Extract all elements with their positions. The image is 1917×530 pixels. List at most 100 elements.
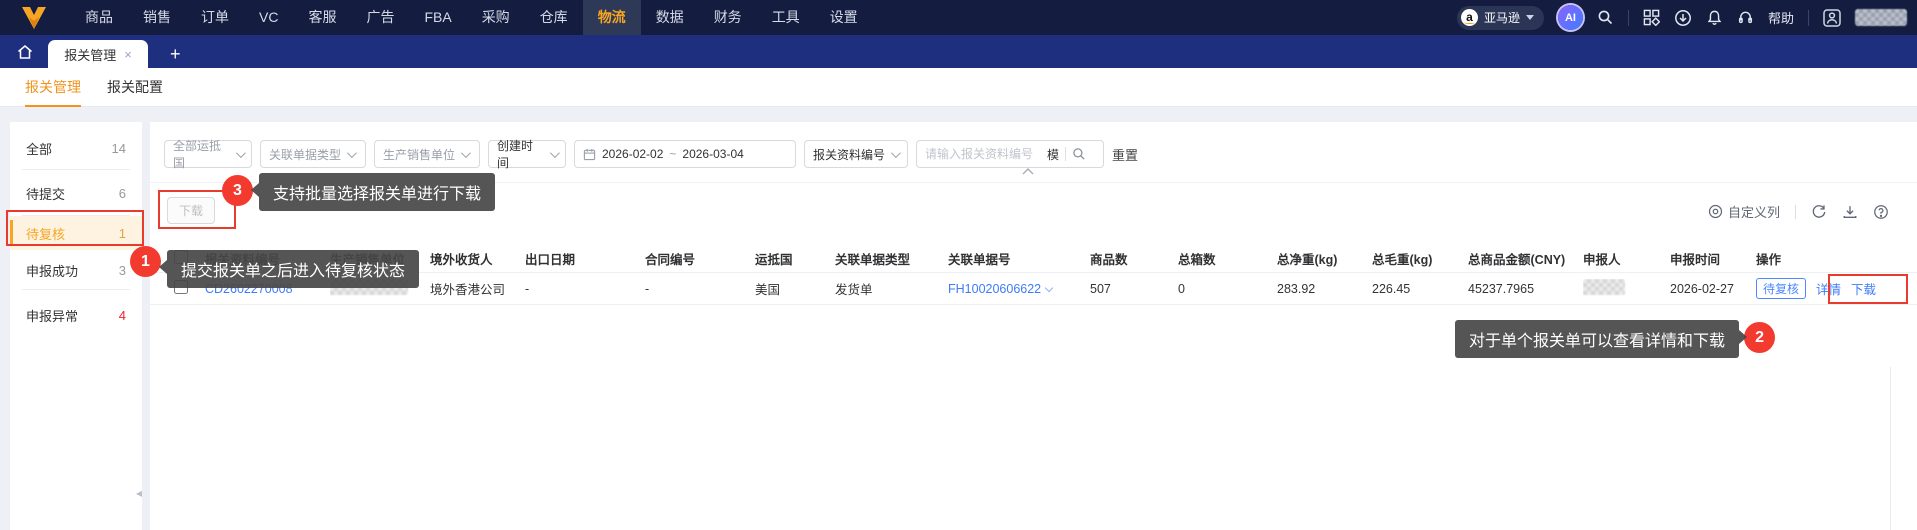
batch-download-button[interactable]: 下载: [167, 197, 215, 224]
download-link[interactable]: 下载: [1851, 279, 1876, 298]
window-tab-customs[interactable]: 报关管理 ×: [48, 40, 148, 68]
col-product-count: 商品数: [1090, 253, 1128, 267]
menu-item-vc[interactable]: VC: [244, 0, 293, 35]
headset-support-icon[interactable]: [1737, 9, 1754, 26]
code-field-select[interactable]: 报关资料编号: [804, 140, 908, 168]
table-toolbar: 自定义列: [1708, 202, 1889, 221]
col-box-count: 总箱数: [1178, 253, 1216, 267]
sidebar-item-all[interactable]: 全部 14: [10, 126, 142, 170]
search-icon[interactable]: [1072, 147, 1086, 161]
detail-link[interactable]: 详情: [1816, 279, 1841, 298]
col-consignee: 境外收货人: [430, 253, 493, 267]
ai-assistant-button[interactable]: AI: [1557, 5, 1583, 30]
consignee-value: 境外香港公司: [430, 283, 506, 297]
sidebar-item-declare-error[interactable]: 申报异常 4: [10, 290, 142, 340]
count-badge: 4: [118, 307, 126, 323]
menu-item-sales[interactable]: 销售: [128, 0, 186, 35]
sidebar-collapse-icon[interactable]: ◂: [136, 486, 142, 500]
chevron-down-icon[interactable]: [1044, 283, 1054, 292]
dest-country-select[interactable]: 全部运抵国: [164, 139, 252, 170]
fuzzy-toggle[interactable]: 模: [1047, 146, 1059, 163]
chevron-down-icon: [346, 147, 357, 158]
fixed-column-divider: [1890, 367, 1891, 530]
col-export-date: 出口日期: [525, 253, 576, 267]
main-menu: 商品 销售 订单 VC 客服 广告 FBA 采购 仓库 物流 数据 财务 工具 …: [70, 0, 873, 35]
marketplace-selector[interactable]: a 亚马逊: [1456, 5, 1544, 30]
doc-type-select[interactable]: 关联单据类型: [260, 140, 366, 168]
col-declarer: 申报人: [1583, 253, 1621, 267]
menu-item-tools[interactable]: 工具: [757, 0, 815, 35]
menu-item-purchase[interactable]: 采购: [467, 0, 525, 35]
user-avatar-icon[interactable]: [1823, 8, 1841, 27]
col-declare-time: 申报时间: [1670, 253, 1721, 267]
menu-item-finance[interactable]: 财务: [699, 0, 757, 35]
sidebar-item-declare-success[interactable]: 申报成功 3: [10, 250, 142, 290]
producer-select[interactable]: 生产销售单位: [374, 140, 480, 168]
count-badge: 3: [118, 262, 126, 278]
help-link[interactable]: 帮助: [1768, 8, 1794, 27]
apps-grid-icon[interactable]: [1643, 9, 1660, 26]
menu-item-warehouse[interactable]: 仓库: [525, 0, 583, 35]
code-search-input[interactable]: [925, 147, 1041, 161]
calendar-icon: [583, 148, 596, 161]
reset-filters-button[interactable]: 重置: [1112, 145, 1138, 164]
doc-no-link[interactable]: FH10020606622: [948, 282, 1041, 296]
date-end: 2026-03-04: [682, 147, 744, 161]
download-center-icon[interactable]: [1674, 9, 1692, 27]
callout-2-number: 2: [1744, 322, 1776, 353]
brand-logo-icon[interactable]: [20, 5, 48, 31]
net-weight-value: 283.92: [1277, 281, 1316, 296]
tab-customs-config[interactable]: 报关配置: [107, 68, 163, 107]
menu-item-products[interactable]: 商品: [70, 0, 128, 35]
export-download-icon[interactable]: [1842, 204, 1858, 220]
menu-item-customer-service[interactable]: 客服: [293, 0, 351, 35]
dest-country-value: 美国: [755, 283, 781, 297]
contract-no-value: -: [645, 281, 650, 296]
top-navbar: 商品 销售 订单 VC 客服 广告 FBA 采购 仓库 物流 数据 财务 工具 …: [0, 0, 1917, 35]
product-count-value: 507: [1090, 281, 1111, 296]
tab-customs-management[interactable]: 报关管理: [25, 68, 81, 107]
callout-2: 对于单个报关单可以查看详情和下载 2: [1455, 320, 1776, 358]
chevron-down-icon: [235, 147, 246, 158]
amount-value: 45237.7965: [1468, 281, 1535, 296]
close-tab-icon[interactable]: ×: [124, 47, 132, 62]
divider: [1808, 9, 1809, 26]
filter-collapse-icon[interactable]: [1022, 168, 1034, 175]
declarer-redacted: [1583, 279, 1625, 295]
username-redacted: [1855, 9, 1907, 26]
menu-item-logistics[interactable]: 物流: [582, 0, 641, 35]
callout-1-tooltip: 提交报关单之后进入待复核状态: [158, 250, 420, 288]
callout-2-tooltip: 对于单个报关单可以查看详情和下载: [1455, 320, 1748, 358]
menu-item-orders[interactable]: 订单: [186, 0, 244, 35]
chevron-down-icon: [549, 147, 560, 158]
home-icon[interactable]: [12, 40, 38, 64]
menu-item-data[interactable]: 数据: [641, 0, 699, 35]
search-icon[interactable]: [1597, 9, 1614, 26]
sidebar-item-pending-review[interactable]: 待复核 1: [10, 216, 142, 250]
sidebar-item-pending-submit[interactable]: 待提交 6: [10, 170, 142, 216]
chevron-down-icon: [460, 147, 471, 158]
menu-item-fba[interactable]: FBA: [409, 0, 466, 35]
help-circle-icon[interactable]: [1873, 204, 1889, 220]
date-range-picker[interactable]: 2026-02-02 ~ 2026-03-04: [574, 140, 796, 168]
date-start: 2026-02-02: [602, 147, 664, 161]
time-field-select[interactable]: 创建时间: [488, 139, 566, 170]
col-gross-weight: 总毛重(kg): [1372, 253, 1433, 267]
refresh-icon[interactable]: [1811, 204, 1827, 220]
notifications-bell-icon[interactable]: [1706, 9, 1723, 26]
chevron-down-icon: [890, 147, 901, 158]
col-net-weight: 总净重(kg): [1277, 253, 1338, 267]
divider: [1065, 147, 1067, 161]
page-tab-bar: 报关管理 报关配置: [0, 68, 1917, 107]
menu-item-ads[interactable]: 广告: [351, 0, 409, 35]
status-sidebar: 全部 14 待提交 6 待复核 1 申报成功 3 申报异常 4: [10, 122, 142, 530]
callout-3-number: 3: [222, 175, 253, 206]
menu-item-settings[interactable]: 设置: [815, 0, 873, 35]
add-tab-button[interactable]: +: [170, 45, 181, 63]
window-tab-label: 报关管理: [64, 47, 117, 63]
marketplace-label: 亚马逊: [1483, 11, 1520, 25]
customize-columns-button[interactable]: 自定义列: [1708, 202, 1780, 221]
doc-type-value: 发货单: [835, 283, 873, 297]
code-search-box: 模: [916, 140, 1104, 168]
count-badge: 14: [111, 140, 126, 156]
